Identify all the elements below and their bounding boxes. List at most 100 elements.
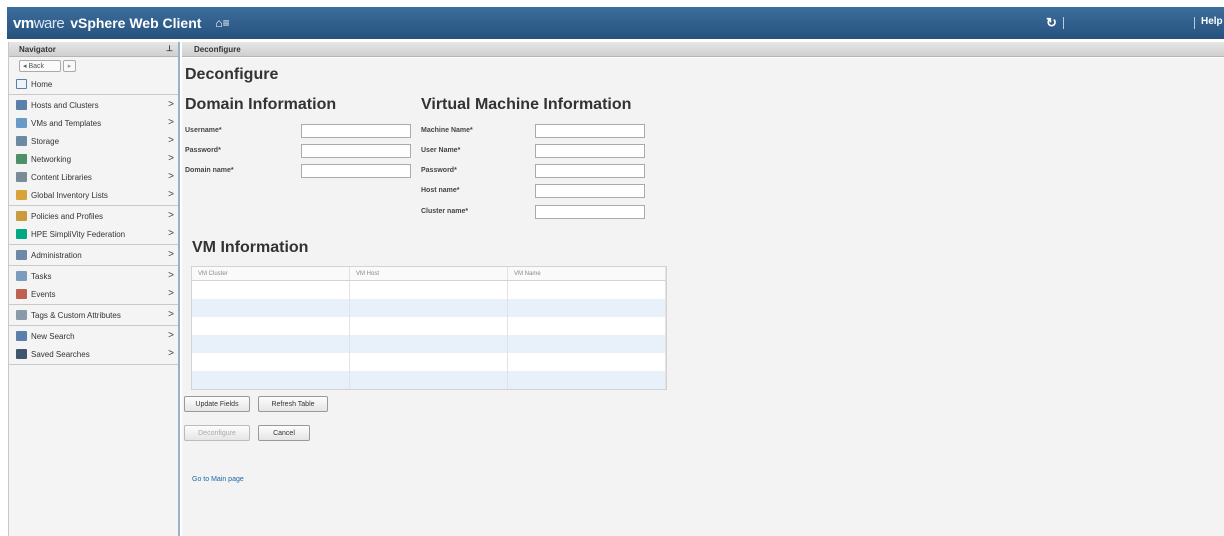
divider <box>9 265 178 266</box>
table-cell <box>350 281 508 299</box>
vm-table-heading: VM Information <box>192 239 309 256</box>
divider <box>9 304 178 305</box>
divider <box>9 325 178 326</box>
forward-button[interactable]: ▸ <box>63 60 76 72</box>
history-controls: ◂ Back ▸ <box>9 57 178 75</box>
chevron-right-icon: > <box>168 171 174 182</box>
table-row[interactable] <box>192 335 666 353</box>
vm-password-input[interactable] <box>535 164 645 178</box>
refresh-icon[interactable]: ↻ <box>1046 15 1057 31</box>
nav-item-label: Storage <box>31 136 60 146</box>
table-cell <box>192 335 350 353</box>
navigator-title: Navigator <box>19 45 56 54</box>
host-name-input[interactable] <box>535 184 645 198</box>
nav-item-home[interactable]: Home <box>9 75 178 93</box>
nav-item-label: New Search <box>31 331 75 341</box>
table-cell <box>350 299 508 317</box>
machine-name-input[interactable] <box>535 124 645 138</box>
nav-item[interactable]: Tags & Custom Attributes > <box>9 306 178 324</box>
divider <box>9 244 178 245</box>
help-menu[interactable]: Help <box>1201 16 1223 27</box>
nav-item-label: Networking <box>31 154 72 164</box>
table-row[interactable] <box>192 317 666 335</box>
tab-deconfigure[interactable]: Deconfigure <box>182 42 1224 57</box>
nav-item[interactable]: Hosts and Clusters > <box>9 96 178 114</box>
cluster-name-input[interactable] <box>535 205 645 219</box>
nav-item[interactable]: New Search > <box>9 327 178 345</box>
table-cell <box>350 317 508 335</box>
back-button[interactable]: ◂ Back <box>19 60 61 72</box>
column-header-vm-host[interactable]: VM Host <box>350 267 508 280</box>
table-cell <box>350 371 508 389</box>
content-library-icon <box>16 172 27 182</box>
username-input[interactable] <box>301 124 411 138</box>
nav-item[interactable]: Networking > <box>9 150 178 168</box>
vmware-logo: vm ware vSphere Web Client <box>13 15 201 32</box>
storage-icon <box>16 136 27 146</box>
table-cell <box>192 317 350 335</box>
nav-item[interactable]: Saved Searches > <box>9 345 178 363</box>
header-separator <box>1063 17 1064 29</box>
chevron-right-icon: > <box>168 210 174 221</box>
chevron-right-icon: > <box>168 189 174 200</box>
header-separator <box>1194 17 1195 29</box>
table-row[interactable] <box>192 281 666 299</box>
pin-icon[interactable]: ⊥ <box>166 44 173 53</box>
password-label: Password* <box>185 147 221 154</box>
nav-item-label: Content Libraries <box>31 172 92 182</box>
cancel-button[interactable]: Cancel <box>258 425 310 441</box>
tasks-icon <box>16 271 27 281</box>
nav-item-label: HPE SimpliVity Federation <box>31 229 126 239</box>
host-name-label: Host name* <box>421 187 460 194</box>
nav-item-label: Administration <box>31 250 82 260</box>
table-row[interactable] <box>192 299 666 317</box>
user-name-label: User Name* <box>421 147 461 154</box>
password-input[interactable] <box>301 144 411 158</box>
cluster-name-label: Cluster name* <box>421 208 469 215</box>
table-row[interactable] <box>192 371 666 389</box>
vms-icon <box>16 118 27 128</box>
navigator-header: Navigator ⊥ <box>9 42 178 57</box>
table-cell <box>192 281 350 299</box>
chevron-right-icon: > <box>168 309 174 320</box>
divider <box>9 94 178 95</box>
refresh-table-button[interactable]: Refresh Table <box>258 396 328 412</box>
brand-vm: vm <box>13 14 34 32</box>
nav-item[interactable]: VMs and Templates > <box>9 114 178 132</box>
deconfigure-button[interactable]: Deconfigure <box>184 425 250 441</box>
update-fields-button[interactable]: Update Fields <box>184 396 250 412</box>
table-cell <box>350 335 508 353</box>
nav-item-label: VMs and Templates <box>31 118 102 128</box>
nav-item[interactable]: Events > <box>9 285 178 303</box>
nav-item[interactable]: Policies and Profiles > <box>9 207 178 225</box>
user-name-input[interactable] <box>535 144 645 158</box>
chevron-right-icon: > <box>168 135 174 146</box>
table-cell <box>192 371 350 389</box>
tag-icon <box>16 310 27 320</box>
nav-item[interactable]: HPE SimpliVity Federation > <box>9 225 178 243</box>
main-page-link[interactable]: Go to Main page <box>192 476 244 483</box>
machine-name-label: Machine Name* <box>421 127 473 134</box>
policies-icon <box>16 211 27 221</box>
nav-item[interactable]: Content Libraries > <box>9 168 178 186</box>
domain-info-heading: Domain Information <box>185 96 337 113</box>
hpe-icon <box>16 229 27 239</box>
domain-name-input[interactable] <box>301 164 411 178</box>
home-icon <box>16 79 27 89</box>
top-banner: vm ware vSphere Web Client ⌂≡ ↻ Help <box>7 7 1224 39</box>
table-row[interactable] <box>192 353 666 371</box>
nav-item[interactable]: Administration > <box>9 246 178 264</box>
navigator-panel: Navigator ⊥ ◂ Back ▸ Home Hosts and Clus… <box>8 42 180 536</box>
search-icon <box>16 331 27 341</box>
table-cell <box>508 335 666 353</box>
saved-search-icon <box>16 349 27 359</box>
column-header-vm-name[interactable]: VM Name <box>508 267 666 280</box>
nav-item[interactable]: Global Inventory Lists > <box>9 186 178 204</box>
home-menu-icon[interactable]: ⌂≡ <box>215 16 229 30</box>
nav-item-label: Global Inventory Lists <box>31 190 108 200</box>
column-header-vm-cluster[interactable]: VM Cluster <box>192 267 350 280</box>
chevron-right-icon: > <box>168 249 174 260</box>
nav-item-label: Events <box>31 289 56 299</box>
nav-item[interactable]: Storage > <box>9 132 178 150</box>
nav-item[interactable]: Tasks > <box>9 267 178 285</box>
